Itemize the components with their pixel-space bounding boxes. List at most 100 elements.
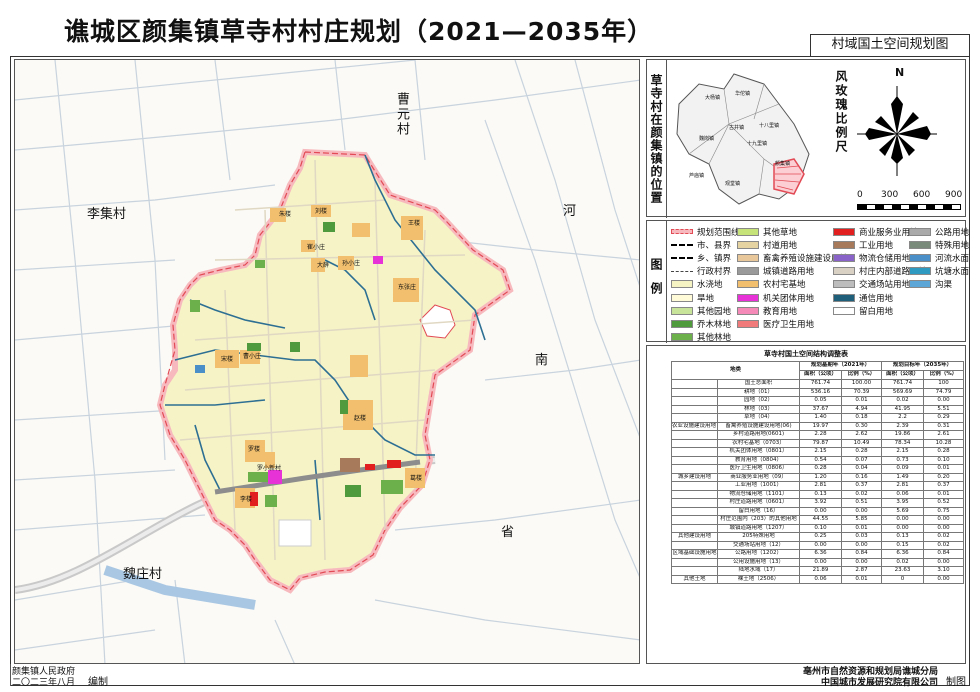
table-cell: 2.15 [799,447,843,457]
place-lijicun: 李集村 [87,207,127,222]
table-cell: 0.15 [881,540,925,550]
table-cell: 0.02 [881,396,925,406]
legend-label: 医疗卫生用地 [763,319,815,330]
village-label: 大薛 [317,262,330,269]
legend-item: 行政村界 [671,265,740,278]
legend-swatch [671,280,693,289]
table-cell: 国土总面积 [716,379,801,389]
table-cell: 2.28 [799,430,843,440]
north-label: N [895,66,905,79]
legend-label: 工业用地 [859,240,894,251]
table-cell [671,438,718,448]
legend-column: 公路用地 特殊用地 河流水面 坑塘水面 沟渠 [909,225,969,291]
table-cell: 4.94 [841,404,883,414]
legend-item: 坑塘水面 [909,265,969,278]
table-cell: 0.02 [923,540,965,550]
legend-swatch [909,267,931,276]
footer-gov: 颜集镇人民政府 [12,667,76,677]
legend-label: 行政村界 [697,267,732,278]
table-cell: 0.02 [881,557,925,567]
legend-label: 水浇地 [697,280,723,291]
table-cell: 10.49 [841,438,883,448]
town-label: 魏岗镇 [699,136,715,142]
town-label: 颜集镇 [775,161,791,167]
legend-label: 规划范围线 [697,227,740,238]
table-cell [671,557,718,567]
table-cell: 0.28 [923,447,965,457]
table-cell: 村庄道路用地（0601） [716,498,801,508]
table-cell: 21.89 [799,566,843,576]
legend-label: 农村宅基地 [763,280,806,291]
legend-item: 城镇道路用地 [737,265,848,278]
legend-label: 其他园地 [697,306,732,317]
table-cell: 0.01 [923,464,965,474]
table-cell: 其他建设用地 [671,532,718,542]
legend-item: 旱地 [671,291,740,304]
land-use-table: 地类 规划基期年（2021年） 规划目标年（2035年） 面积（公顷） 比例（%… [670,361,965,584]
legend-swatch [671,256,693,259]
footer-left: 颜集镇人民政府 二〇二三年八月 [12,667,75,689]
legend-swatch [737,280,759,289]
table-cell: 78.34 [881,438,925,448]
legend-item: 其他草地 [737,225,848,238]
town-label: 大杨镇 [705,95,721,101]
village-label: 葛楼 [410,475,423,482]
table-cell: 100.00 [841,379,883,389]
table-row: 交通场站用地（12） 0.00 0.00 0.15 0.02 [671,540,965,550]
legend-panel: 图例 规划范围线 市、县界 乡、镇界 行政村界 水浇地 旱地 其他园地 乔木林地 其他林地 其他草… [646,220,969,344]
table-cell: 0.00 [841,506,883,516]
scale-tick: 300 [881,190,899,200]
table-cell: 城镇道路用地（1207） [716,523,801,533]
table-cell: 0.18 [841,413,883,423]
table-cell: 机关团体用地（0801） [716,447,801,457]
table-cell [671,447,718,457]
table-cell: 0.00 [799,540,843,550]
table-cell: 205特殊用地 [716,532,801,542]
table-cell: 草地（04） [716,413,801,423]
village-label: 崔小庄 [307,244,326,251]
town-location-map [676,73,810,205]
table-cell [671,455,718,465]
legend-item: 水浇地 [671,278,740,291]
legend-swatch [833,306,855,315]
table-row: 公用设施用地（13） 0.00 0.00 0.02 0.00 [671,557,965,567]
legend-label: 其他林地 [697,333,732,344]
table-cell [671,464,718,474]
legend-swatch [833,240,855,249]
table-cell: 畜禽养殖设施建设用地(06) [716,421,801,431]
table-cell: 0.84 [841,549,883,559]
scale-tick: 900 [945,190,963,200]
table-cell: 0.00 [881,523,925,533]
table-row: 留白用地（16） 0.00 0.00 5.69 0.75 [671,506,965,516]
table-panel: 草寺村国土空间结构调整表 地类 规划基期年（2021年） 规划目标年（2035年… [646,345,966,664]
legend-swatch [737,267,759,276]
col-category: 地类 [670,361,801,380]
table-cell: 569.69 [881,387,925,397]
table-cell [671,523,718,533]
village-label: 王楼 [408,220,421,227]
legend-swatch [671,229,693,235]
table-cell: 1.20 [799,472,843,482]
table-cell: 0.06 [799,574,843,584]
table-cell: 79.87 [799,438,843,448]
table-cell: 3.10 [923,566,965,576]
table-row: 耕地（01） 536.16 70.39 569.69 74.79 [671,387,965,397]
town-label: 华佗镇 [735,91,751,97]
table-cell [671,379,718,389]
legend-label: 乔木林地 [697,319,732,330]
table-cell: 交通场站用地（12） [716,540,801,550]
main-map[interactable]: 曹元村 李集村 魏庄村 南 河 省 朱楼 刘楼 王楼 崔小庄 大薛 孙小庄 东张… [14,59,640,664]
village-label: 罗楼 [248,446,261,453]
legend-swatch [833,293,855,302]
table-row: 园地（02） 0.05 0.01 0.02 0.00 [671,396,965,406]
table-cell: 公用设施用地（13） [716,557,801,567]
town-label: 十八里镇 [759,123,780,129]
table-cell: 44.55 [799,515,843,525]
location-panel: 草寺村在颜集镇的位置 大杨镇 华佗镇 魏岗镇 颜集镇 古井镇 十八里镇 十九里镇… [646,59,966,218]
legend-label: 特殊用地 [935,240,970,251]
location-title: 草寺村在颜集镇的位置 [647,60,667,218]
table-cell: 0.28 [841,447,883,457]
table-cell: 林地（03） [716,404,801,414]
table-cell: 74.79 [923,387,965,397]
table-cell: 5.69 [881,506,925,516]
